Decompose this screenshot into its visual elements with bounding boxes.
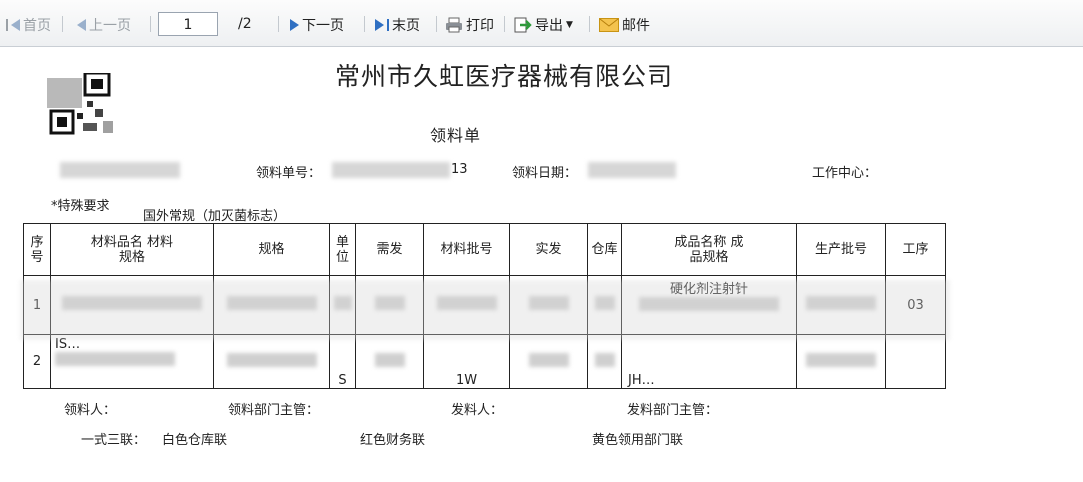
order-no-tail: 13 <box>451 162 468 177</box>
form-title: 领料单 <box>430 126 482 145</box>
red-copy-label: 红色财务联 <box>360 433 426 448</box>
print-label: 打印 <box>466 18 494 34</box>
col-header-required-qty: 需发 <box>355 223 424 276</box>
mail-label: 邮件 <box>622 18 650 34</box>
qr-code <box>47 73 113 135</box>
col-header-spec: 规格 <box>213 223 330 276</box>
next-page-label: 下一页 <box>302 18 344 34</box>
export-label: 导出 <box>535 18 563 34</box>
workcenter-label: 工作中心： <box>812 166 878 181</box>
last-page-bar-icon <box>387 19 389 31</box>
row-issued-redacted <box>509 334 588 389</box>
table-row: 2 IS… S 1W JH… <box>23 334 946 389</box>
issuer-label: 发料人： <box>451 403 504 418</box>
col-header-issued-qty: 实发 <box>509 223 588 276</box>
issuing-dept-manager-label: 发料部门主管： <box>627 403 719 418</box>
first-page-button[interactable]: 首页 <box>6 15 51 35</box>
next-page-button[interactable]: 下一页 <box>290 15 344 35</box>
col-header-process: 工序 <box>885 223 946 276</box>
export-icon <box>514 17 532 33</box>
row-production-batch-redacted <box>796 334 886 389</box>
row-unit: S <box>329 334 356 389</box>
redacted-order-no <box>332 162 450 178</box>
col-header-unit: 单位 <box>329 223 356 276</box>
row-material: IS… <box>50 334 214 389</box>
chevron-down-icon: ▼ <box>566 20 573 30</box>
mail-button[interactable]: 邮件 <box>599 15 650 35</box>
row-required-redacted <box>355 334 424 389</box>
redacted-field <box>60 162 180 178</box>
order-no-label: 领料单号： <box>256 166 322 181</box>
page-total: /2 <box>238 16 252 32</box>
toolbar-divider <box>150 16 151 32</box>
col-header-warehouse: 仓库 <box>587 223 622 276</box>
last-page-icon <box>375 19 384 31</box>
last-page-label: 末页 <box>392 18 420 34</box>
receiver-label: 领料人： <box>64 403 117 418</box>
row-warehouse-redacted <box>587 334 622 389</box>
toolbar-divider <box>436 16 437 32</box>
col-header-seq: 序号 <box>23 223 51 276</box>
table-header-row: 序号 材料品名 材料规格 规格 单位 需发 材料批号 实发 仓库 成品名称 成品… <box>23 223 946 276</box>
page-number-input[interactable]: 1 <box>158 12 218 36</box>
yellow-copy-label: 黄色领用部门联 <box>592 433 684 448</box>
row-spec-redacted <box>213 334 330 389</box>
col-header-material: 材料品名 材料规格 <box>50 223 214 276</box>
first-page-icon <box>6 19 8 31</box>
redaction-overlay <box>20 280 950 340</box>
col-header-product: 成品名称 成品规格 <box>621 223 797 276</box>
order-date-label: 领料日期： <box>512 166 578 181</box>
row-product-code: JH… <box>621 334 797 389</box>
last-page-button[interactable]: 末页 <box>375 15 420 35</box>
prev-page-label: 上一页 <box>89 18 131 34</box>
toolbar-divider <box>589 16 590 32</box>
row-process-empty <box>885 334 946 389</box>
print-button[interactable]: 打印 <box>445 15 494 35</box>
report-toolbar: 首页 上一页 1 /2 下一页 末页 打印 导出 ▼ 邮件 <box>0 0 1083 47</box>
toolbar-divider <box>62 16 63 32</box>
special-requirement-value: 国外常规（加灭菌标志） <box>143 209 287 224</box>
printer-icon <box>446 17 462 33</box>
row-batch: 1W <box>423 334 510 389</box>
next-page-icon <box>290 19 299 31</box>
redacted-date <box>588 162 676 178</box>
receiving-dept-manager-label: 领料部门主管： <box>228 403 320 418</box>
mail-icon <box>599 18 619 32</box>
prev-page-button[interactable]: 上一页 <box>77 15 131 35</box>
col-header-batch: 材料批号 <box>423 223 510 276</box>
row-seq: 2 <box>23 334 51 389</box>
first-page-arrow-icon <box>11 19 20 31</box>
company-title: 常州市久虹医疗器械有限公司 <box>335 62 674 91</box>
prev-page-icon <box>77 19 86 31</box>
white-copy-label: 白色仓库联 <box>162 433 228 448</box>
first-page-label: 首页 <box>23 18 51 34</box>
special-requirement-label: *特殊要求 <box>51 199 110 214</box>
toolbar-divider <box>364 16 365 32</box>
toolbar-divider <box>278 16 279 32</box>
toolbar-divider <box>504 16 505 32</box>
export-button[interactable]: 导出 ▼ <box>514 15 573 35</box>
col-header-production-batch: 生产批号 <box>796 223 886 276</box>
copies-label: 一式三联： <box>81 433 147 448</box>
